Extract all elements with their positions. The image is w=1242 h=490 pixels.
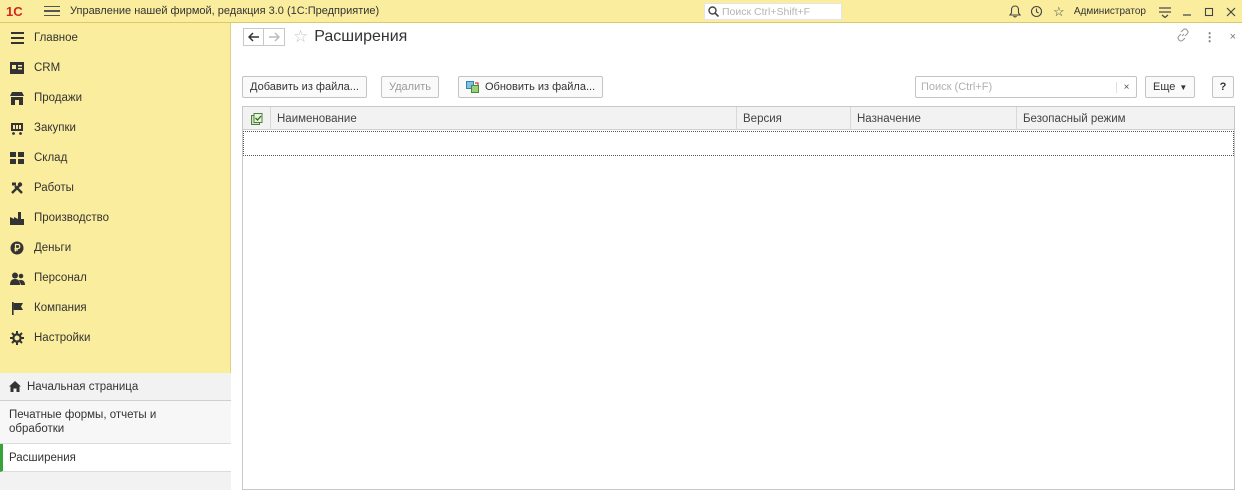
table-row-empty-selection[interactable]	[243, 131, 1234, 156]
sidebar-item-label: Работы	[34, 182, 74, 194]
global-search-placeholder: Поиск Ctrl+Shift+F	[722, 5, 811, 18]
extensions-label: Расширения	[9, 451, 76, 464]
sidebar-item-purchases[interactable]: Закупки	[0, 113, 230, 143]
shop-icon	[9, 90, 25, 106]
global-search-input[interactable]: Поиск Ctrl+Shift+F	[704, 3, 842, 20]
menu-lines-icon	[9, 30, 25, 46]
search-icon	[708, 6, 719, 17]
help-button[interactable]: ?	[1212, 76, 1234, 98]
close-icon[interactable]	[1220, 0, 1242, 23]
add-from-file-label: Добавить из файла...	[250, 81, 359, 93]
update-extension-icon	[466, 81, 480, 93]
factory-icon	[9, 210, 25, 226]
gear-icon	[9, 330, 25, 346]
add-from-file-button[interactable]: Добавить из файла...	[242, 76, 367, 98]
back-button[interactable]	[243, 28, 264, 46]
sidebar-item-warehouse[interactable]: Склад	[0, 143, 230, 173]
arrow-left-icon	[247, 32, 259, 42]
link-icon[interactable]	[1176, 28, 1190, 45]
history-icon[interactable]	[1026, 0, 1048, 23]
warehouse-icon	[9, 150, 25, 166]
more-label: Еще	[1153, 81, 1176, 93]
sidebar-item-label: Компания	[34, 302, 87, 314]
sidebar-item-label: Продажи	[34, 92, 83, 104]
clear-search-button[interactable]: ×	[1116, 81, 1136, 93]
main-form: ☆ Расширения ⋮ × Добавить из файла... Уд…	[232, 23, 1242, 490]
column-header-version[interactable]: Версия	[737, 107, 851, 130]
home-page-label: Начальная страница	[27, 380, 139, 393]
cart-icon	[9, 120, 25, 136]
column-header-safe-mode[interactable]: Безопасный режим	[1017, 107, 1234, 130]
sidebar-item-label: Главное	[34, 32, 78, 44]
extensions-table[interactable]: Наименование Версия Назначение Безопасны…	[242, 106, 1235, 490]
command-bar: Добавить из файла... Удалить Обновить из…	[232, 76, 1242, 100]
sidebar-item-personnel[interactable]: Персонал	[0, 263, 230, 293]
sidebar-item-label: Настройки	[34, 332, 91, 344]
section-subpanel: Начальная страница Печатные формы, отчет…	[0, 373, 231, 490]
chevron-down-icon: ▼	[1179, 82, 1188, 92]
sidebar-item-label: Производство	[34, 212, 109, 224]
crm-icon	[9, 60, 25, 76]
favorites-star-icon[interactable]: ☆	[1048, 0, 1070, 23]
column-header-purpose[interactable]: Назначение	[851, 107, 1017, 130]
user-name[interactable]: Администратор	[1074, 6, 1146, 17]
minimize-icon[interactable]	[1176, 0, 1198, 23]
extensions-link[interactable]: Расширения	[0, 444, 231, 472]
sidebar-item-label: CRM	[34, 62, 61, 74]
close-form-icon[interactable]: ×	[1230, 31, 1236, 43]
delete-button[interactable]: Удалить	[381, 76, 439, 98]
form-header: ☆ Расширения ⋮ ×	[232, 23, 1242, 51]
title-bar: 1С Управление нашей фирмой, редакция 3.0…	[0, 0, 1242, 23]
forward-button[interactable]	[264, 28, 285, 46]
table-header: Наименование Версия Назначение Безопасны…	[243, 107, 1234, 130]
favorite-star-icon[interactable]: ☆	[293, 27, 308, 47]
sections-panel: Главное CRM Продажи Закупки Склад Работы	[0, 23, 231, 490]
tools-icon	[9, 180, 25, 196]
sidebar-item-works[interactable]: Работы	[0, 173, 230, 203]
update-from-file-button[interactable]: Обновить из файла...	[458, 76, 604, 98]
sidebar-item-settings[interactable]: Настройки	[0, 323, 230, 353]
more-actions-icon[interactable]: ⋮	[1204, 30, 1216, 44]
settings-menu-icon[interactable]	[1154, 0, 1176, 23]
home-icon	[9, 381, 21, 392]
flag-icon	[9, 300, 25, 316]
maximize-icon[interactable]	[1198, 0, 1220, 23]
sidebar-item-label: Деньги	[34, 242, 72, 254]
main-menu-icon[interactable]	[44, 3, 60, 19]
update-from-file-label: Обновить из файла...	[485, 81, 596, 93]
sidebar-item-label: Персонал	[34, 272, 87, 284]
page-title: Расширения	[314, 28, 408, 45]
people-icon	[9, 270, 25, 286]
bell-icon[interactable]	[1004, 0, 1026, 23]
app-title: Управление нашей фирмой, редакция 3.0 (1…	[70, 5, 380, 17]
list-search-input[interactable]: Поиск (Ctrl+F) ×	[915, 76, 1137, 98]
sidebar-item-main[interactable]: Главное	[0, 23, 230, 53]
money-icon	[9, 240, 25, 256]
more-button[interactable]: Еще ▼	[1145, 76, 1196, 98]
list-search-placeholder: Поиск (Ctrl+F)	[921, 81, 993, 93]
sidebar-item-company[interactable]: Компания	[0, 293, 230, 323]
sidebar-item-crm[interactable]: CRM	[0, 53, 230, 83]
1c-logo: 1С	[6, 3, 23, 19]
sidebar-item-sales[interactable]: Продажи	[0, 83, 230, 113]
sidebar-item-label: Склад	[34, 152, 68, 164]
sidebar-item-money[interactable]: Деньги	[0, 233, 230, 263]
sidebar-item-production[interactable]: Производство	[0, 203, 230, 233]
column-header-name[interactable]: Наименование	[271, 107, 737, 130]
sidebar-item-label: Закупки	[34, 122, 76, 134]
print-forms-link[interactable]: Печатные формы, отчеты и обработки	[0, 401, 231, 444]
print-forms-label: Печатные формы, отчеты и обработки	[9, 409, 157, 435]
extension-status-icon	[250, 112, 262, 125]
delete-label: Удалить	[389, 81, 431, 93]
arrow-right-icon	[269, 32, 280, 42]
column-header-icon[interactable]	[243, 107, 271, 130]
home-page-link[interactable]: Начальная страница	[0, 373, 231, 401]
